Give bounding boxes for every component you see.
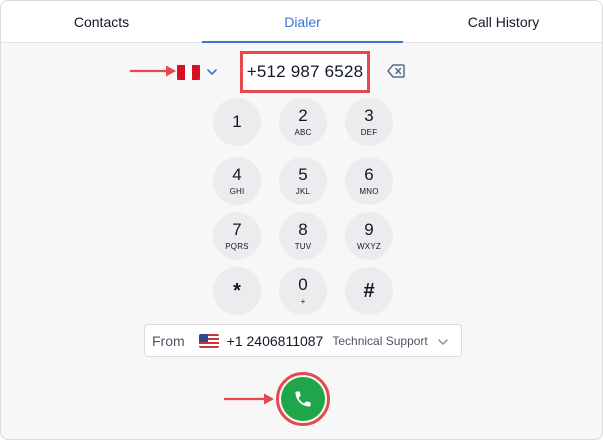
key-3[interactable]: 3 DEF bbox=[345, 98, 393, 146]
phone-number-display[interactable]: +512 987 6528 bbox=[240, 51, 370, 93]
phone-icon bbox=[295, 391, 311, 407]
from-name: Technical Support bbox=[332, 333, 428, 348]
call-button-highlight bbox=[276, 372, 330, 426]
us-flag-icon bbox=[198, 333, 219, 348]
key-4[interactable]: 4 GHI bbox=[213, 157, 261, 205]
key-5[interactable]: 5 JKL bbox=[279, 157, 327, 205]
call-button[interactable] bbox=[281, 377, 325, 421]
tab-bar: Contacts Dialer Call History bbox=[1, 1, 602, 43]
key-8[interactable]: 8 TUV bbox=[279, 212, 327, 260]
caller-id-select[interactable]: From +1 2406811087 Technical Support bbox=[144, 324, 462, 357]
annotation-arrow-flag bbox=[130, 65, 176, 77]
chevron-down-icon bbox=[207, 69, 217, 75]
key-hash[interactable]: # bbox=[345, 267, 393, 315]
tab-dialer[interactable]: Dialer bbox=[202, 1, 403, 43]
country-selector[interactable] bbox=[177, 62, 221, 82]
key-9[interactable]: 9 WXYZ bbox=[345, 212, 393, 260]
key-star[interactable]: * bbox=[213, 267, 261, 315]
from-label: From bbox=[152, 332, 185, 349]
annotation-arrow-call bbox=[224, 393, 274, 405]
key-2[interactable]: 2 ABC bbox=[279, 98, 327, 146]
backspace-icon[interactable] bbox=[387, 64, 405, 78]
tab-call-history[interactable]: Call History bbox=[403, 1, 602, 43]
key-0[interactable]: 0 + bbox=[279, 267, 327, 315]
phone-number-text: +512 987 6528 bbox=[246, 62, 364, 81]
active-tab-indicator bbox=[202, 41, 403, 43]
dialer-panel: Contacts Dialer Call History +512 987 65… bbox=[0, 0, 603, 440]
peru-flag-icon bbox=[177, 64, 200, 80]
key-6[interactable]: 6 MNO bbox=[345, 157, 393, 205]
key-7[interactable]: 7 PQRS bbox=[213, 212, 261, 260]
tab-contacts[interactable]: Contacts bbox=[1, 1, 202, 43]
chevron-down-icon bbox=[438, 339, 448, 345]
key-1[interactable]: 1 bbox=[213, 98, 261, 146]
from-number: +1 2406811087 bbox=[226, 332, 324, 349]
